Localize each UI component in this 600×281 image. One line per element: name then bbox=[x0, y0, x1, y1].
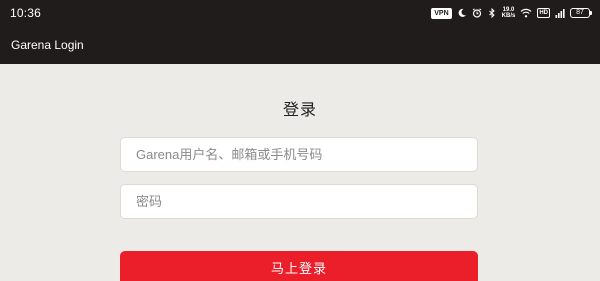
app-bar: Garena Login bbox=[0, 26, 600, 64]
login-heading: 登录 bbox=[282, 102, 317, 119]
hd-badge: HD bbox=[537, 8, 550, 18]
username-input[interactable] bbox=[120, 137, 478, 172]
network-speed: 19.0 KB/s bbox=[502, 7, 516, 19]
moon-icon bbox=[458, 8, 466, 17]
bluetooth-icon bbox=[488, 8, 495, 18]
status-icons: VPN 19.0 KB/s HD 87 bbox=[431, 5, 592, 21]
alarm-icon bbox=[472, 8, 481, 18]
password-input[interactable] bbox=[120, 184, 478, 219]
wifi-icon bbox=[520, 8, 532, 18]
app-title: Garena Login bbox=[11, 38, 84, 52]
vpn-badge: VPN bbox=[431, 7, 452, 19]
login-form: 登录 马上登录 bbox=[0, 64, 600, 281]
login-button[interactable]: 马上登录 bbox=[120, 251, 478, 281]
signal-icon bbox=[555, 9, 565, 18]
battery-indicator: 87 bbox=[570, 8, 592, 18]
status-time: 10:36 bbox=[10, 6, 42, 20]
status-bar: 10:36 VPN 19.0 KB/s HD 87 bbox=[0, 0, 600, 26]
speed-unit: KB/s bbox=[501, 13, 516, 19]
